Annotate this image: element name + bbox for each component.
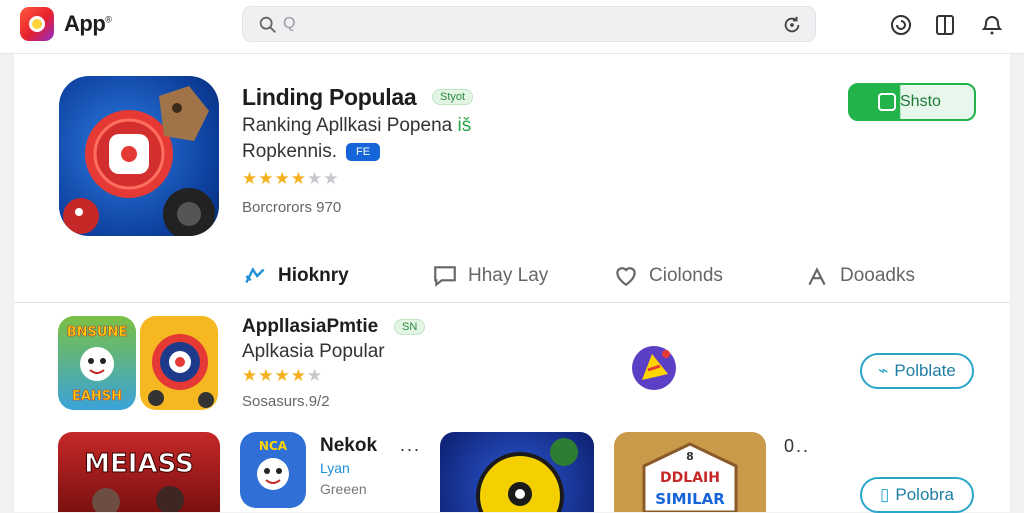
featured-meta: Borcrorors 970: [242, 199, 342, 216]
bookmark-icon: [808, 267, 826, 286]
row2-mini-title[interactable]: Nekok: [320, 435, 377, 457]
row1-subtitle: Aplkasia Popular: [242, 341, 385, 362]
app-logo-icon[interactable]: [20, 7, 54, 41]
install-icon: [878, 93, 896, 111]
app-title: App®: [64, 11, 112, 36]
svg-text:MEIASS: MEIASS: [84, 449, 194, 479]
row1-rating-stars: ★★★★★: [242, 366, 324, 385]
book-icon[interactable]: [933, 13, 957, 37]
featured-developer: Ropkennis.: [242, 141, 338, 162]
heart-icon: [616, 267, 636, 286]
row2-card-3[interactable]: [440, 432, 594, 512]
refresh-icon[interactable]: [781, 14, 803, 36]
row2-more-dots-right[interactable]: 0..: [784, 436, 810, 457]
notification-icon[interactable]: [980, 13, 1004, 37]
featured-rating-stars: ★★★★★★: [242, 169, 340, 188]
svg-text:NCA: NCA: [259, 439, 288, 453]
row1-action-button[interactable]: ⌁ Polblate: [860, 353, 974, 389]
search-input[interactable]: Q: [242, 6, 816, 42]
featured-get-button[interactable]: Shsto: [848, 83, 976, 121]
row2-mini-meta: Greeen: [320, 481, 367, 497]
row2-card-4[interactable]: 8 DDLAIH SIMILAR: [614, 432, 766, 512]
svg-text:BNSUNE: BNSUNE: [67, 325, 127, 340]
featured-subtitle: Ranking Apllkasi Popena iš: [242, 115, 472, 136]
search-placeholder: Q: [283, 15, 296, 32]
row1-badge: SN: [394, 319, 426, 335]
search-icon: [259, 16, 276, 33]
tab-ciolonds[interactable]: Ciolonds: [613, 260, 723, 292]
tab-bar: Hioknry Hhay Lay Ciolonds Dooadks: [0, 260, 1024, 296]
tab-dooadks[interactable]: Dooadks: [804, 260, 915, 292]
row1-app-icon-2[interactable]: [140, 316, 218, 410]
featured-app-icon[interactable]: [59, 76, 219, 236]
tab-hhay-lay[interactable]: Hhay Lay: [432, 260, 548, 292]
top-bar: App® Q: [0, 0, 1024, 54]
row1-app-title[interactable]: AppllasiaPmtie: [242, 316, 378, 338]
document-icon: ▯: [880, 485, 890, 504]
featured-badge: Styot: [432, 89, 474, 105]
row2-more-dots[interactable]: ...: [400, 435, 421, 456]
account-icon[interactable]: [889, 13, 913, 37]
tab-hioknry[interactable]: Hioknry: [242, 260, 349, 292]
svg-text:SIMILAR: SIMILAR: [655, 490, 725, 508]
link-icon: ⌁: [878, 361, 889, 380]
row2-mini-subtitle: Lyan: [320, 460, 350, 476]
svg-text:EAHSH: EAHSH: [72, 389, 122, 404]
section-divider: [14, 302, 1010, 303]
row1-meta: Sosasurs.9/2: [242, 393, 330, 410]
row1-app-icon-1[interactable]: BNSUNE EAHSH: [58, 316, 136, 410]
row2-mini-app-icon[interactable]: NCA: [240, 432, 306, 508]
svg-text:8: 8: [686, 450, 694, 463]
share-icon: [245, 267, 265, 284]
svg-text:DDLAIH: DDLAIH: [660, 470, 720, 486]
featured-tag-badge: FE: [346, 143, 380, 161]
chat-icon: [434, 266, 456, 287]
row2-action-button[interactable]: ▯ Polobra: [860, 477, 974, 513]
featured-app-title[interactable]: Linding Populaa: [242, 84, 417, 111]
party-app-icon[interactable]: [630, 344, 678, 392]
row2-card-1[interactable]: MEIASS: [58, 432, 220, 512]
